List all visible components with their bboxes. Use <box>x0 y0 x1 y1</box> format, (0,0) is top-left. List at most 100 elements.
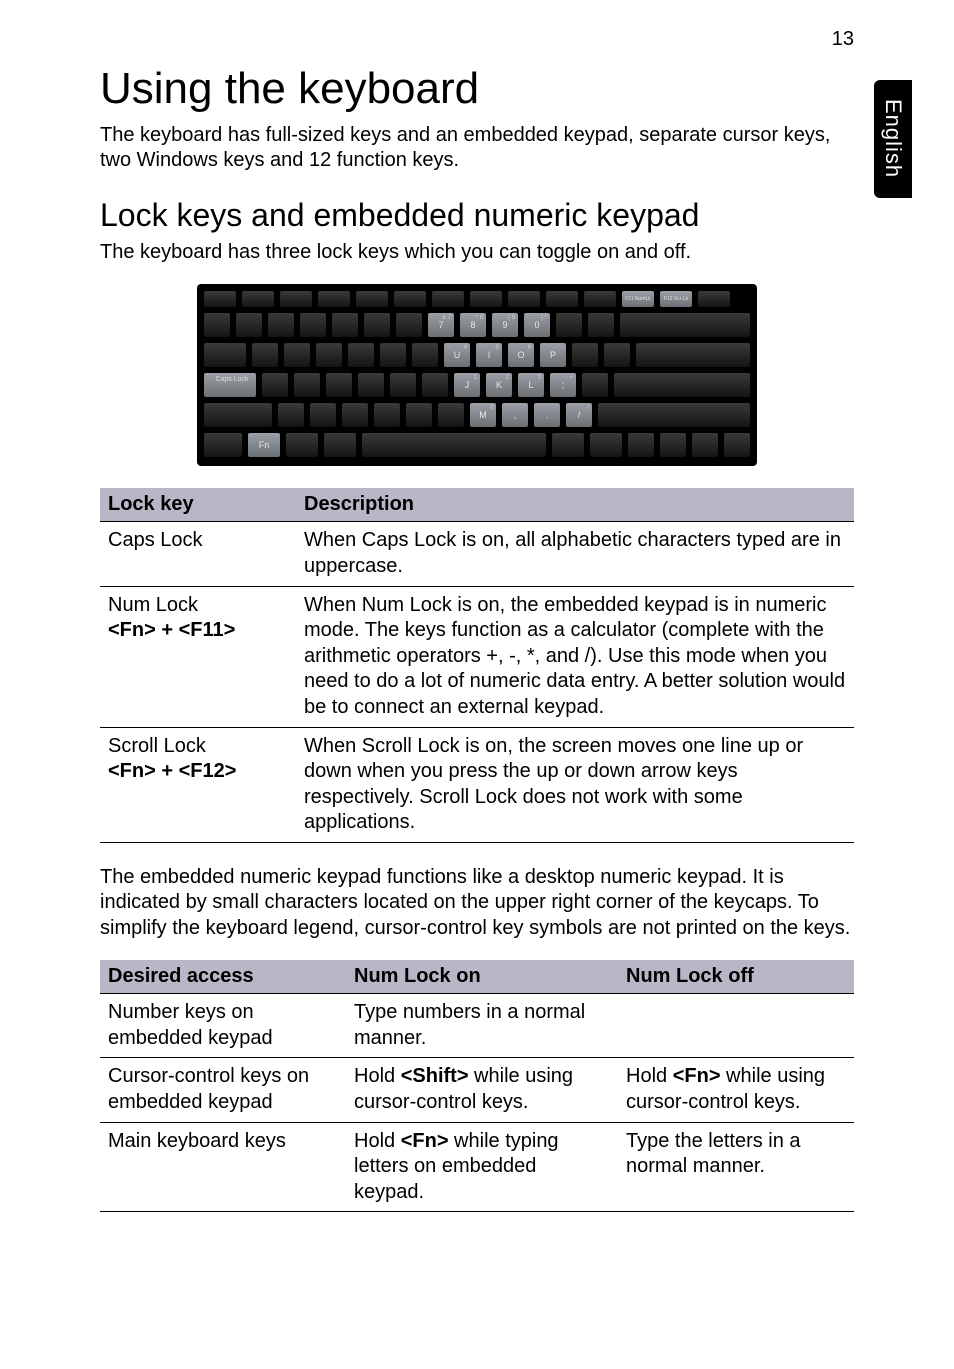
key-f <box>317 290 351 308</box>
key-capslock: Caps Lock <box>203 372 257 398</box>
key-esc <box>203 290 237 308</box>
key-main: K <box>496 380 502 390</box>
section-title: Lock keys and embedded numeric keypad <box>100 196 854 234</box>
key <box>389 372 417 398</box>
bold-key: <Shift> <box>401 1065 469 1087</box>
key-9: 9( 9 <box>491 312 519 338</box>
cell-key: Num Lock <Fn> + <F11> <box>100 586 296 727</box>
key-f <box>697 290 731 308</box>
key-l: L3 <box>517 372 545 398</box>
text: Hold <box>626 1065 673 1087</box>
key-sub: - <box>561 345 563 351</box>
key <box>405 402 433 428</box>
cell-desc: When Num Lock is on, the embedded keypad… <box>296 586 854 727</box>
key-f <box>393 290 427 308</box>
keyboard-row-num: 7& 7 8* 8 9( 9 0) * <box>203 312 751 338</box>
key-main: 7 <box>438 320 443 330</box>
keyboard-row-z: M0 , . // <box>203 402 751 428</box>
bold-key: <Fn> <box>673 1065 721 1087</box>
key-f <box>241 290 275 308</box>
key <box>589 432 623 458</box>
key <box>627 432 655 458</box>
key-8: 8* 8 <box>459 312 487 338</box>
keyboard-row-bottom: Fn <box>203 432 751 458</box>
key-period: . <box>533 402 561 428</box>
key <box>691 432 719 458</box>
bold-key: <Fn> <box>401 1130 449 1152</box>
table-header-access: Desired access <box>100 960 346 994</box>
table-header-numlock-off: Num Lock off <box>618 960 854 994</box>
text: Hold <box>354 1065 401 1087</box>
cell-desc: When Scroll Lock is on, the screen moves… <box>296 727 854 842</box>
key-sub: + <box>569 375 573 381</box>
key-sub: 6 <box>528 345 531 351</box>
table-header-lockkey: Lock key <box>100 488 296 522</box>
language-tab-label: English <box>880 99 906 178</box>
keyboard-row-fn: F11 NumLk F12 Scr Lk <box>203 290 751 308</box>
key-sub: & 7 <box>442 315 451 321</box>
cell-access: Number keys on embedded keypad <box>100 994 346 1058</box>
key-f <box>431 290 465 308</box>
key <box>581 372 609 398</box>
cell-on: Hold <Shift> while using cursor-control … <box>346 1058 618 1122</box>
key <box>363 312 391 338</box>
page-number: 13 <box>832 28 854 51</box>
key <box>261 372 289 398</box>
key-ctrl <box>203 432 243 458</box>
key <box>437 402 465 428</box>
table-row: Num Lock <Fn> + <F11> When Num Lock is o… <box>100 586 854 727</box>
key <box>411 342 439 368</box>
key <box>357 372 385 398</box>
key-main: J <box>465 380 470 390</box>
cell-on: Hold <Fn> while typing letters on embedd… <box>346 1122 618 1212</box>
key-fn: Fn <box>247 432 281 458</box>
key <box>325 372 353 398</box>
key-0: 0) * <box>523 312 551 338</box>
key-label: Caps Lock <box>211 376 248 383</box>
key-main: ; <box>562 380 565 390</box>
desired-access-table: Desired access Num Lock on Num Lock off … <box>100 960 854 1213</box>
cell-key: Caps Lock <box>100 522 296 586</box>
key <box>587 312 615 338</box>
key <box>555 312 583 338</box>
key-f <box>469 290 503 308</box>
key-main: I <box>488 350 491 360</box>
text: Type numbers in a normal manner. <box>354 1001 585 1049</box>
key-sub: * 8 <box>476 315 483 321</box>
key-backspace <box>619 312 751 338</box>
key <box>235 312 263 338</box>
key-semicolon: ;+ <box>549 372 577 398</box>
key <box>723 432 751 458</box>
cell-on: Type numbers in a normal manner. <box>346 994 618 1058</box>
table-header-numlock-on: Num Lock on <box>346 960 618 994</box>
key-shift <box>203 402 273 428</box>
key-comma: , <box>501 402 529 428</box>
cell-desc: When Caps Lock is on, all alphabetic cha… <box>296 522 854 586</box>
key-tab <box>203 342 247 368</box>
keyboard-row-q: U4 I5 O6 P- <box>203 342 751 368</box>
table-row: Scroll Lock <Fn> + <F12> When Scroll Loc… <box>100 727 854 842</box>
key-combo: <Fn> + <F12> <box>108 760 236 782</box>
key-sub: 2 <box>506 375 509 381</box>
key-main: O <box>517 350 524 360</box>
key-sub: 3 <box>538 375 541 381</box>
key-main: 0 <box>534 320 539 330</box>
key-shift <box>597 402 751 428</box>
key <box>603 342 631 368</box>
key-main: 9 <box>502 320 507 330</box>
cell-key: Scroll Lock <Fn> + <F12> <box>100 727 296 842</box>
key <box>251 342 279 368</box>
key-main: , <box>514 410 517 420</box>
key-sub: 5 <box>496 345 499 351</box>
key <box>299 312 327 338</box>
key <box>309 402 337 428</box>
key-f <box>507 290 541 308</box>
table-row: Cursor-control keys on embedded keypad H… <box>100 1058 854 1122</box>
key-main: 8 <box>470 320 475 330</box>
key-j: J1 <box>453 372 481 398</box>
table-row: Number keys on embedded keypad Type numb… <box>100 994 854 1058</box>
mid-paragraph: The embedded numeric keypad functions li… <box>100 865 854 942</box>
cell-off <box>618 994 854 1058</box>
key <box>293 372 321 398</box>
key <box>395 312 423 338</box>
